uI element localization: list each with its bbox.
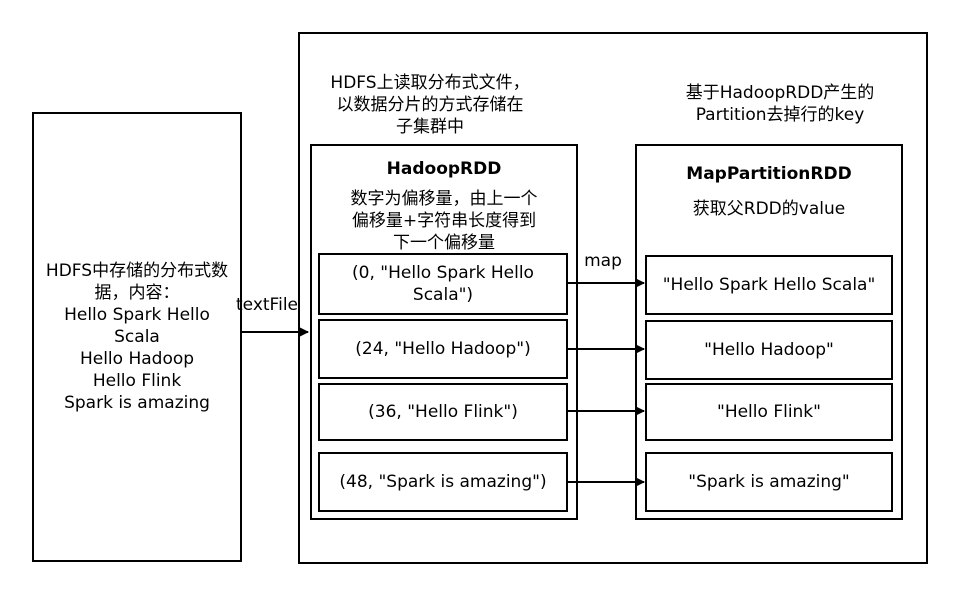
- hadoop-partition: (0, "Hello Spark Hello Scala"): [318, 253, 568, 315]
- source-line: Hello Hadoop: [79, 349, 195, 369]
- hadoop-rdd-title: HadoopRDD: [386, 159, 502, 179]
- hdfs-source-text: HDFS中存储的分布式数 据，内容： Hello Spark Hello Sca…: [34, 260, 240, 414]
- map-caption-line: 基于HadoopRDD产生的: [685, 83, 875, 103]
- map-partition: "Spark is amazing": [645, 452, 893, 512]
- source-line: Hello Flink: [92, 371, 182, 391]
- hadoop-caption-line: 以数据分片的方式存储在: [336, 95, 524, 115]
- hadoop-partition: (24, "Hello Hadoop"): [318, 319, 568, 379]
- hadoop-caption: HDFS上读取分布式文件， 以数据分片的方式存储在 子集群中: [300, 72, 560, 138]
- hdfs-source-box: HDFS中存储的分布式数 据，内容： Hello Spark Hello Sca…: [32, 112, 242, 562]
- source-line: HDFS中存储的分布式数: [45, 261, 229, 281]
- map-caption-line: Partition去掉行的key: [695, 105, 865, 125]
- source-line: 据，内容：: [94, 283, 180, 303]
- textfile-label: textFile: [236, 295, 298, 315]
- map-partition: "Hello Flink": [645, 383, 893, 441]
- hadoop-desc-line: 数字为偏移量，由上一个: [350, 189, 538, 209]
- map-partition: "Hello Spark Hello Scala": [645, 255, 893, 315]
- hadoop-partition: (36, "Hello Flink"): [318, 383, 568, 441]
- map-rdd-desc: 获取父RDD的value: [692, 199, 846, 219]
- hadoop-caption-line: 子集群中: [396, 117, 464, 137]
- map-caption: 基于HadoopRDD产生的 Partition去掉行的key: [660, 82, 900, 126]
- source-line: Hello Spark Hello Scala: [64, 305, 210, 347]
- hadoop-desc-line: 偏移量+字符串长度得到: [351, 211, 537, 231]
- map-label: map: [584, 251, 622, 271]
- hadoop-desc-line: 下一个偏移量: [393, 233, 495, 253]
- hadoop-caption-line: HDFS上读取分布式文件，: [330, 73, 530, 93]
- hadoop-rdd-desc: 数字为偏移量，由上一个 偏移量+字符串长度得到 下一个偏移量: [312, 188, 576, 254]
- hadoop-partition: (48, "Spark is amazing"): [318, 452, 568, 512]
- map-rdd-title: MapPartitionRDD: [686, 164, 852, 184]
- source-line: Spark is amazing: [64, 393, 210, 413]
- map-partition: "Hello Hadoop": [645, 320, 893, 380]
